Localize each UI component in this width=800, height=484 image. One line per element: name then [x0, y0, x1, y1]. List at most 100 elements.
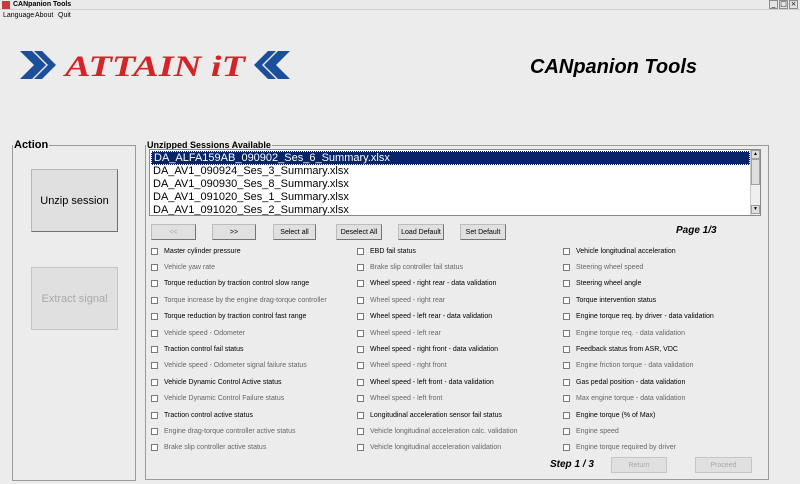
prev-page-button[interactable]: <<	[151, 224, 196, 240]
signal-checkbox-row[interactable]: Engine speed	[563, 424, 619, 438]
load-default-button[interactable]: Load Default	[398, 224, 444, 240]
signal-checkbox-row[interactable]: Wheel speed - right rear - data validati…	[357, 277, 496, 291]
checkbox[interactable]	[151, 411, 158, 419]
checkbox[interactable]	[563, 411, 570, 419]
signal-checkbox-row[interactable]: Steering wheel speed	[563, 260, 643, 274]
signal-checkbox-row[interactable]: Wheel speed - left rear - data validatio…	[357, 310, 492, 324]
signal-checkbox-row[interactable]: Vehicle Dynamic Control Active status	[151, 375, 282, 389]
signal-checkbox-row[interactable]: Wheel speed - left front - data validati…	[357, 375, 494, 389]
checkbox[interactable]	[357, 345, 364, 353]
checkbox[interactable]	[563, 313, 570, 321]
checkbox[interactable]	[357, 411, 364, 419]
set-default-button[interactable]: Set Default	[460, 224, 506, 240]
checkbox[interactable]	[151, 378, 158, 386]
next-page-button[interactable]: >>	[212, 224, 256, 240]
checkbox[interactable]	[563, 444, 570, 452]
minimize-button[interactable]: _	[769, 0, 778, 9]
signal-checkbox-row[interactable]: Brake slip controller active status	[151, 441, 266, 455]
scroll-down-icon[interactable]: ▼	[751, 205, 760, 214]
checkbox[interactable]	[357, 444, 364, 452]
signal-checkbox-row[interactable]: Wheel speed - right front	[357, 359, 447, 373]
checkbox[interactable]	[357, 329, 364, 337]
signal-checkbox-row[interactable]: Wheel speed - right rear	[357, 293, 445, 307]
signal-checkbox-row[interactable]: Torque increase by the engine drag-torqu…	[151, 293, 327, 307]
menu-language[interactable]: Language	[3, 11, 34, 20]
signal-checkbox-row[interactable]: Steering wheel angle	[563, 277, 641, 291]
checkbox[interactable]	[563, 345, 570, 353]
checkbox[interactable]	[151, 345, 158, 353]
scroll-thumb[interactable]	[751, 159, 760, 185]
signal-checkbox-row[interactable]: Feedback status from ASR, VDC	[563, 342, 678, 356]
checkbox[interactable]	[357, 263, 364, 271]
checkbox[interactable]	[357, 395, 364, 403]
signal-checkbox-row[interactable]: Engine torque (% of Max)	[563, 408, 655, 422]
scroll-up-icon[interactable]: ▲	[751, 150, 760, 159]
checkbox[interactable]	[563, 378, 570, 386]
session-item[interactable]: DA_AV1_091020_Ses_2_Summary.xlsx	[151, 203, 349, 215]
signal-checkbox-row[interactable]: Vehicle longitudinal acceleration valida…	[357, 441, 501, 455]
checkbox[interactable]	[151, 296, 158, 304]
checkbox[interactable]	[151, 263, 158, 271]
checkbox[interactable]	[563, 280, 570, 288]
checkbox[interactable]	[563, 427, 570, 435]
signal-checkbox-row[interactable]: Brake slip controller fail status	[357, 260, 463, 274]
deselect-all-button[interactable]: Deselect All	[336, 224, 382, 240]
checkbox[interactable]	[151, 395, 158, 403]
checkbox[interactable]	[151, 247, 158, 255]
signal-checkbox-row[interactable]: Traction control fail status	[151, 342, 244, 356]
signal-checkbox-row[interactable]: Engine friction torque - data validation	[563, 359, 694, 373]
signal-checkbox-row[interactable]: EBD fail status	[357, 244, 416, 258]
checkbox[interactable]	[563, 247, 570, 255]
signal-checkbox-row[interactable]: Engine torque req. - data validation	[563, 326, 685, 340]
session-item[interactable]: DA_AV1_090924_Ses_3_Summary.xlsx	[151, 164, 349, 178]
signal-checkbox-row[interactable]: Vehicle yaw rate	[151, 260, 215, 274]
signal-checkbox-row[interactable]: Vehicle speed - Odometer	[151, 326, 245, 340]
checkbox[interactable]	[357, 296, 364, 304]
signal-checkbox-row[interactable]: Max engine torque - data validation	[563, 392, 685, 406]
checkbox[interactable]	[357, 247, 364, 255]
checkbox[interactable]	[563, 362, 570, 370]
session-item[interactable]: DA_ALFA159AB_090902_Ses_6_Summary.xlsx	[151, 151, 750, 165]
session-item[interactable]: DA_AV1_091020_Ses_1_Summary.xlsx	[151, 190, 349, 204]
signal-checkbox-row[interactable]: Wheel speed - left rear	[357, 326, 441, 340]
checkbox[interactable]	[151, 313, 158, 321]
checkbox[interactable]	[563, 329, 570, 337]
signal-checkbox-row[interactable]: Engine torque required by driver	[563, 441, 676, 455]
checkbox[interactable]	[563, 395, 570, 403]
signal-checkbox-row[interactable]: Torque reduction by traction control fas…	[151, 310, 306, 324]
checkbox[interactable]	[357, 280, 364, 288]
session-item[interactable]: DA_AV1_090930_Ses_8_Summary.xlsx	[151, 177, 349, 191]
signal-checkbox-row[interactable]: Longitudinal acceleration sensor fail st…	[357, 408, 502, 422]
extract-signal-button[interactable]: Extract signal	[31, 267, 118, 330]
checkbox[interactable]	[563, 296, 570, 304]
signal-checkbox-row[interactable]: Engine drag-torque controller active sta…	[151, 424, 296, 438]
checkbox[interactable]	[151, 280, 158, 288]
menu-quit[interactable]: Quit	[58, 11, 71, 20]
checkbox[interactable]	[357, 378, 364, 386]
signal-checkbox-row[interactable]: Master cylinder pressure	[151, 244, 241, 258]
signal-checkbox-row[interactable]: Torque intervention status	[563, 293, 656, 307]
close-button[interactable]: ×	[789, 0, 798, 9]
checkbox[interactable]	[357, 313, 364, 321]
signal-checkbox-row[interactable]: Wheel speed - left front	[357, 392, 442, 406]
checkbox[interactable]	[151, 362, 158, 370]
checkbox[interactable]	[151, 427, 158, 435]
signal-checkbox-row[interactable]: Traction control active status	[151, 408, 253, 422]
checkbox[interactable]	[357, 362, 364, 370]
signal-checkbox-row[interactable]: Torque reduction by traction control slo…	[151, 277, 309, 291]
select-all-button[interactable]: Select all	[273, 224, 316, 240]
proceed-button[interactable]: Proceed	[695, 457, 752, 473]
checkbox[interactable]	[151, 329, 158, 337]
sessions-scrollbar[interactable]: ▲ ▼	[750, 150, 760, 215]
signal-checkbox-row[interactable]: Vehicle speed - Odometer signal failure …	[151, 359, 307, 373]
unzip-session-button[interactable]: Unzip session	[31, 169, 118, 232]
checkbox[interactable]	[563, 263, 570, 271]
signal-checkbox-row[interactable]: Vehicle Dynamic Control Failure status	[151, 392, 284, 406]
maximize-button[interactable]: □	[779, 0, 788, 9]
signal-checkbox-row[interactable]: Vehicle longitudinal acceleration	[563, 244, 676, 258]
signal-checkbox-row[interactable]: Engine torque req. by driver - data vali…	[563, 310, 714, 324]
signal-checkbox-row[interactable]: Gas pedal position - data validation	[563, 375, 685, 389]
menu-about[interactable]: About	[35, 11, 53, 20]
return-button[interactable]: Return	[611, 457, 667, 473]
signal-checkbox-row[interactable]: Wheel speed - right front - data validat…	[357, 342, 498, 356]
